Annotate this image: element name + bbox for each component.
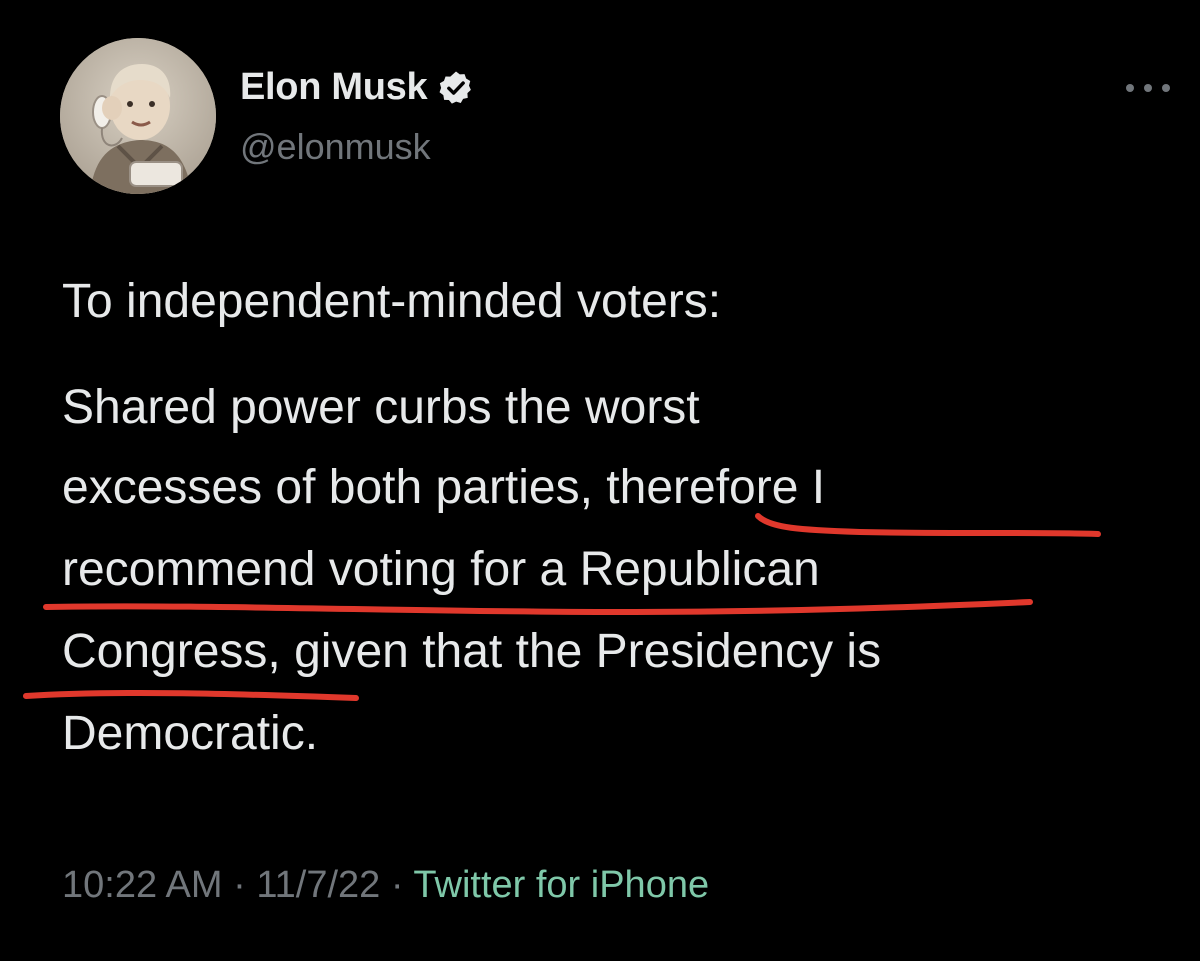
dot	[1144, 84, 1152, 92]
tweet-text-line: excesses of both parties, therefore I	[62, 461, 826, 514]
avatar[interactable]	[60, 38, 216, 194]
tweet-date[interactable]: 11/7/22	[256, 864, 380, 906]
tweet-text-line: Democratic.	[62, 707, 319, 760]
tweet-text-line: Congress, given that the Presidency is	[62, 625, 882, 678]
dot	[1126, 84, 1134, 92]
meta-separator: ·	[233, 864, 246, 906]
author-name[interactable]: Elon Musk	[240, 66, 475, 109]
dot	[1162, 84, 1170, 92]
tweet-source-link[interactable]: Twitter for iPhone	[413, 864, 709, 906]
tweet-text-line: recommend voting for a Republican	[62, 543, 820, 596]
tweet-text-line: Shared power curbs the worst	[62, 381, 700, 434]
avatar-photo	[60, 38, 216, 194]
tweet-time[interactable]: 10:22 AM	[62, 864, 223, 906]
meta-separator: ·	[390, 864, 404, 906]
verified-badge-icon	[437, 69, 475, 107]
tweet-text-line: To independent-minded voters:	[62, 275, 722, 328]
more-horizontal-icon[interactable]	[1126, 78, 1170, 98]
author-handle[interactable]: @elonmusk	[240, 126, 431, 168]
tweet-metadata: 10:22 AM · 11/7/22 · Twitter for iPhone	[62, 864, 709, 907]
tweet-card: Elon Musk @elonmusk To independent-minde…	[0, 0, 1200, 961]
author-name-text[interactable]: Elon Musk	[240, 66, 428, 109]
